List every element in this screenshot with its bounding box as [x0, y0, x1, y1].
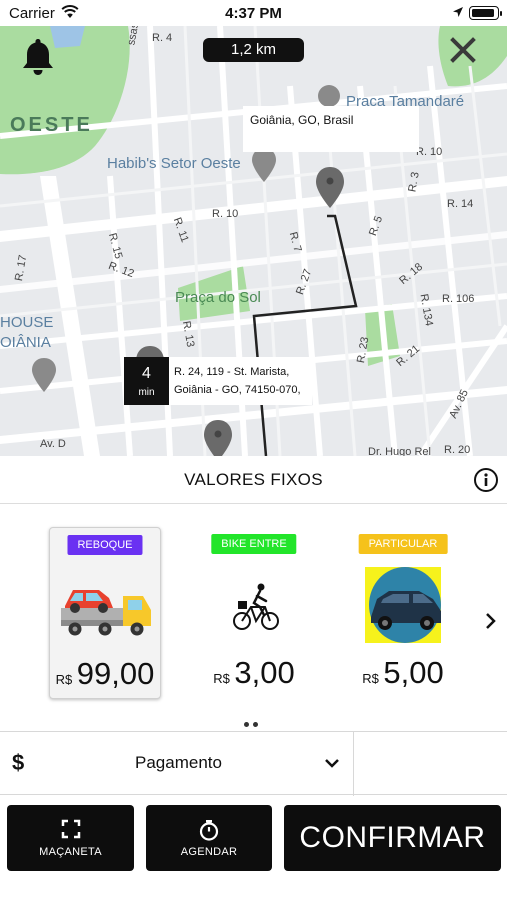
destination-line-2: Goiânia - GO, 74150-070, [174, 384, 301, 396]
confirm-button[interactable]: CONFIRMAR [284, 805, 501, 871]
price-value: 99,00 [76, 656, 155, 691]
tow-truck-icon [61, 590, 151, 636]
destination-tooltip: 4 min R. 24, 119 - St. Marista, Goiânia … [124, 357, 312, 405]
price-currency: R$ [213, 671, 230, 686]
map-label-r20: R. 20 [444, 444, 471, 456]
map-label-habibs: Habib's Setor Oeste [107, 155, 241, 172]
clock: 4:37 PM [225, 5, 282, 22]
map-label-r14: R. 14 [447, 198, 474, 210]
option-tag: PARTICULAR [358, 534, 448, 554]
eta-unit: min [138, 387, 155, 398]
macaneta-label: MAÇANETA [39, 846, 102, 858]
payment-row: $ Pagamento [0, 731, 507, 796]
option-price: R$ 99,00 [50, 656, 160, 692]
option-price: R$ 3,00 [198, 655, 310, 691]
map-label-r106: R. 106 [442, 293, 475, 305]
agendar-button[interactable]: AGENDAR [146, 805, 272, 871]
map-label-avd: Av. D [40, 438, 66, 450]
destination-address: R. 24, 119 - St. Marista, Goiânia - GO, … [174, 363, 310, 399]
dollar-icon: $ [12, 750, 25, 775]
panel-title: VALORES FIXOS [184, 470, 323, 489]
map-label-r4: R. 4 [152, 32, 173, 44]
map-label-house: HOUSE [0, 314, 54, 331]
map-label-hugo: Dr. Hugo Rel [368, 446, 431, 456]
location-arrow-icon [453, 7, 463, 17]
destination-line-1: R. 24, 119 - St. Marista, [174, 366, 290, 378]
price-value: 3,00 [234, 655, 295, 690]
map-label-r10a: R. 10 [416, 146, 443, 158]
payment-divider [353, 732, 354, 796]
agendar-label: AGENDAR [180, 846, 238, 858]
chevron-down-icon[interactable] [324, 757, 340, 769]
macaneta-button[interactable]: MAÇANETA [7, 805, 134, 871]
bicycle-courier-icon [233, 583, 279, 630]
payment-select[interactable]: Pagamento [135, 753, 222, 773]
page-indicator [244, 714, 262, 732]
origin-tooltip: Goiânia, GO, Brasil [243, 106, 419, 152]
map-view[interactable]: OESTE Praça Tamandaré Habib's Setor Oest… [0, 26, 507, 456]
option-card-particular[interactable]: PARTICULAR R$ 5,00 [347, 527, 459, 699]
map-label-praca-do-sol: Praça do Sol [175, 289, 261, 306]
eta-value: 4 [142, 365, 151, 382]
price-currency: R$ [55, 672, 73, 687]
timer-icon [199, 820, 219, 841]
panel-header: VALORES FIXOS [0, 456, 507, 504]
bell-icon[interactable] [20, 37, 56, 77]
option-card-reboque[interactable]: REBOQUE R$ 99,00 [49, 527, 161, 699]
car-icon [365, 567, 441, 643]
chevron-right-icon[interactable] [484, 612, 498, 630]
battery-icon [469, 6, 502, 20]
option-tag: BIKE ENTRE [211, 534, 297, 554]
distance-pill: 1,2 km [203, 38, 304, 62]
map-label-goiania: OIÂNIA [0, 334, 51, 351]
map-label-oeste: OESTE [10, 114, 93, 136]
status-bar: Carrier 4:37 PM [0, 0, 507, 26]
eta-box: 4 min [124, 357, 169, 405]
price-value: 5,00 [383, 655, 444, 690]
map-label-r10b: R. 10 [212, 208, 239, 220]
option-tag: REBOQUE [67, 535, 143, 555]
info-icon[interactable] [473, 467, 499, 493]
option-card-bike-entre[interactable]: BIKE ENTRE R$ 3,00 [198, 527, 310, 699]
page-dot [244, 722, 249, 727]
expand-icon [61, 819, 80, 839]
origin-address: Goiânia, GO, Brasil [250, 113, 354, 127]
page-dot [253, 722, 258, 727]
option-price: R$ 5,00 [347, 655, 459, 691]
price-currency: R$ [362, 671, 379, 686]
close-icon[interactable] [449, 36, 477, 64]
